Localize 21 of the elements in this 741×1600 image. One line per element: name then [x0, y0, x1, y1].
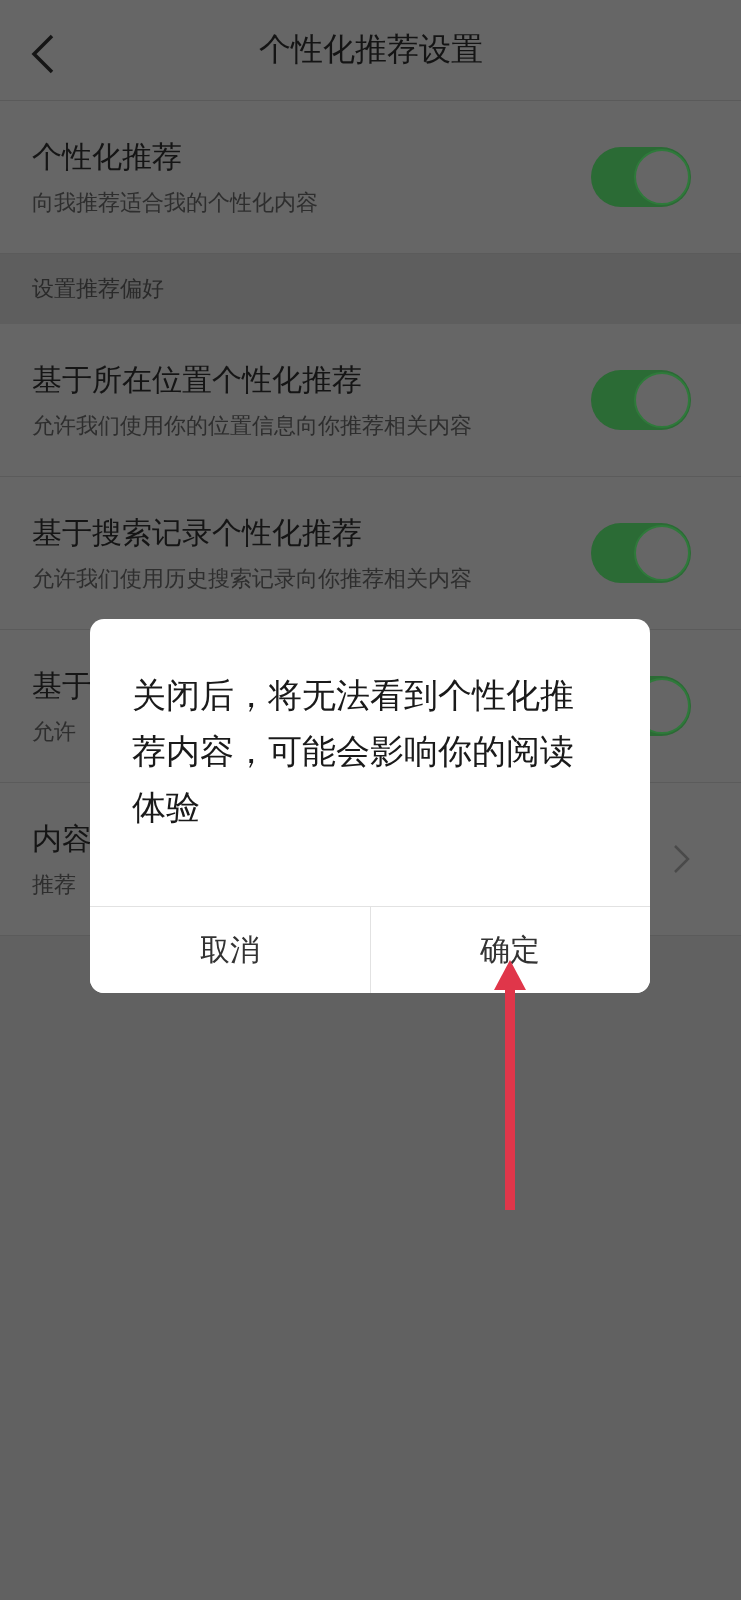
toggle-switch[interactable]: [591, 147, 691, 207]
setting-description: 允许: [32, 717, 76, 746]
chevron-right-icon: [673, 844, 691, 874]
setting-row[interactable]: 个性化推荐 向我推荐适合我的个性化内容: [0, 101, 741, 254]
setting-title: 基于: [32, 666, 92, 705]
page-title: 个性化推荐设置: [258, 29, 483, 70]
setting-description: 向我推荐适合我的个性化内容: [32, 188, 318, 217]
setting-row[interactable]: 基于搜索记录个性化推荐 允许我们使用历史搜索记录向你推荐相关内容: [0, 477, 741, 630]
dialog-message: 关闭后，将无法看到个性化推荐内容，可能会影响你的阅读体验: [132, 674, 575, 829]
toggle-switch[interactable]: [591, 370, 691, 430]
back-icon[interactable]: [30, 34, 56, 74]
setting-title: 内容: [32, 819, 92, 858]
setting-title: 基于搜索记录个性化推荐: [32, 513, 362, 552]
setting-title: 基于所在位置个性化推荐: [32, 360, 362, 399]
setting-row[interactable]: 基于所在位置个性化推荐 允许我们使用你的位置信息向你推荐相关内容: [0, 324, 741, 477]
setting-title: 个性化推荐: [32, 137, 182, 176]
setting-description: 允许我们使用你的位置信息向你推荐相关内容: [32, 411, 472, 440]
dialog-button[interactable]: 确定: [369, 907, 650, 993]
setting-description: 允许我们使用历史搜索记录向你推荐相关内容: [32, 564, 472, 593]
toggle-switch[interactable]: [591, 523, 691, 583]
setting-description: 推荐: [32, 870, 76, 899]
